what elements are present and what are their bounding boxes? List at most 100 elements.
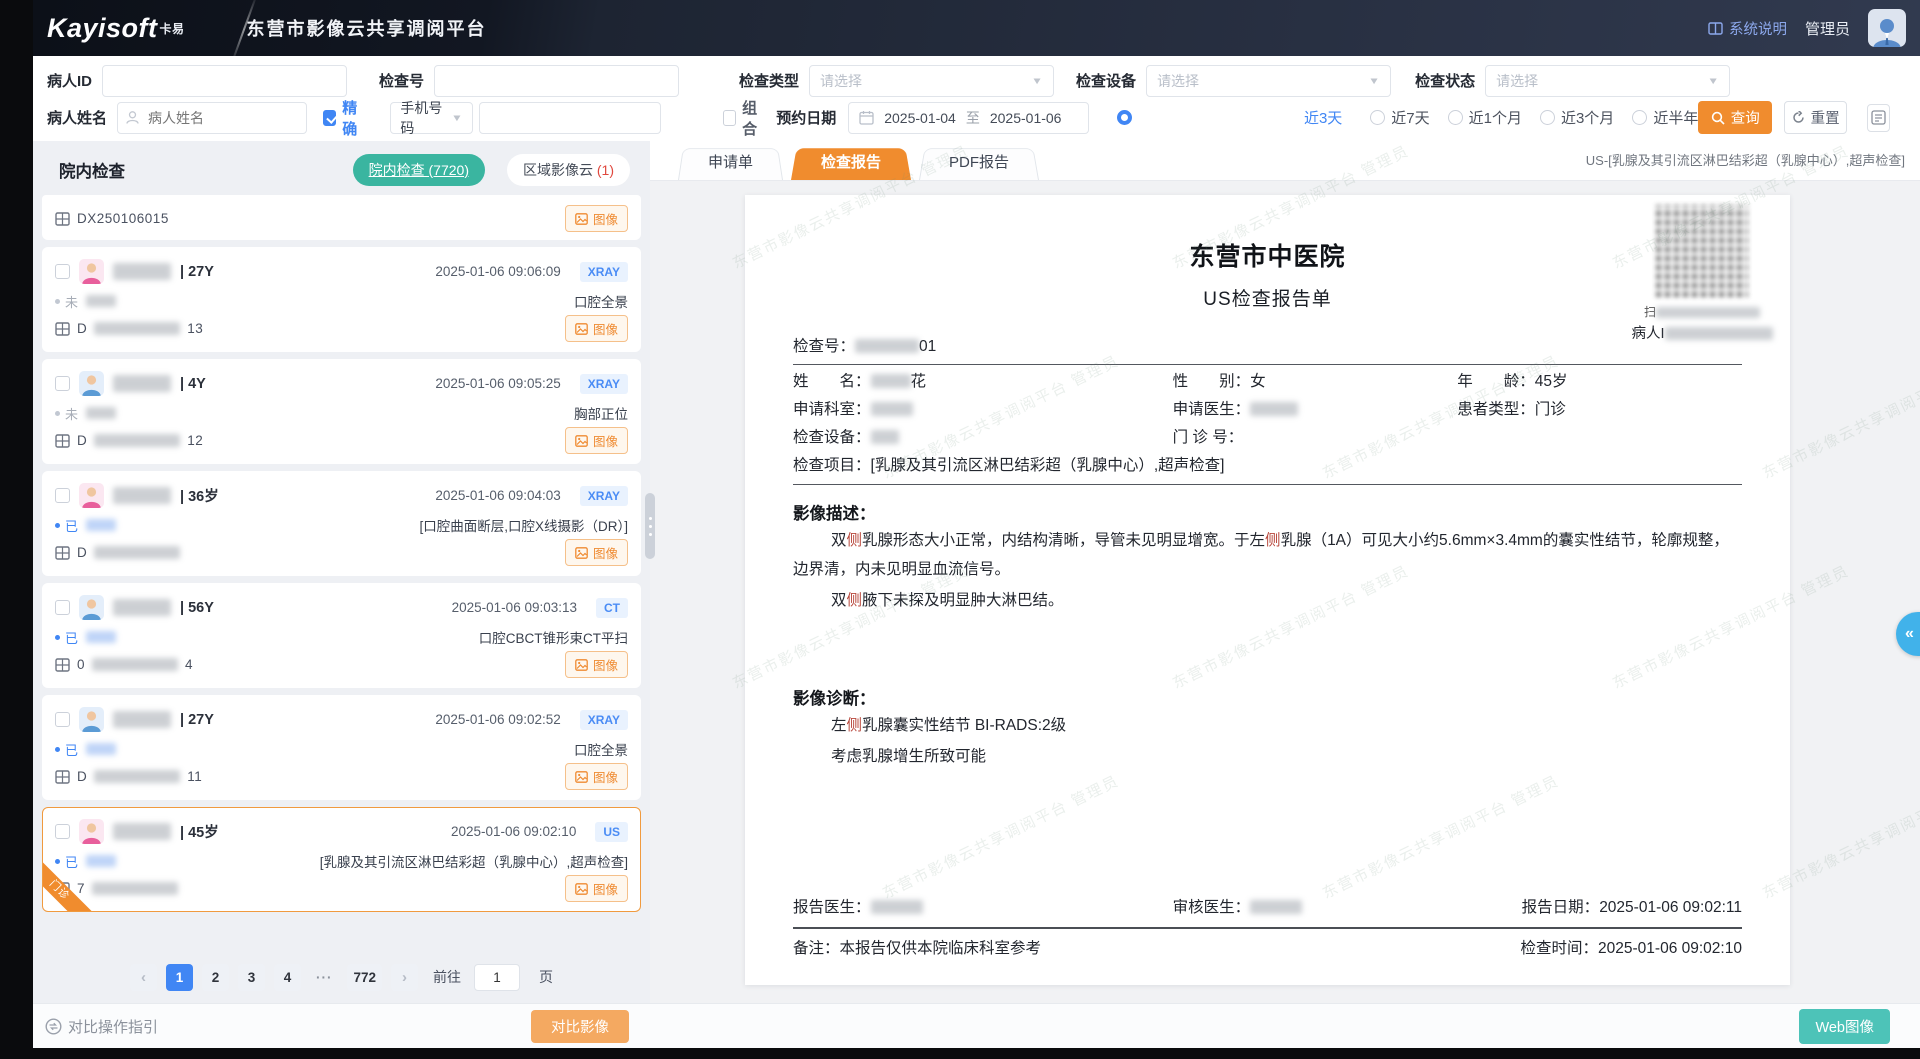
status-redacted — [86, 743, 116, 755]
page-number-button[interactable]: 3 — [238, 964, 265, 991]
tab-application-form[interactable]: 申请单 — [678, 145, 783, 180]
patient-name-redacted — [113, 711, 171, 728]
page-number-button[interactable]: 2 — [202, 964, 229, 991]
modality-tag: CT — [596, 598, 628, 618]
date-from[interactable]: 2025-01-04 — [884, 110, 956, 126]
image-button[interactable]: 图像 — [565, 763, 628, 790]
exam-no-input[interactable] — [434, 65, 679, 97]
exam-device-label: 检查设备 — [1076, 70, 1136, 91]
panel-resize-handle[interactable] — [645, 493, 655, 559]
diagnosis-line: 左侧乳腺囊实性结节 BI-RADS:2级 — [793, 711, 1742, 740]
exam-checkbox[interactable] — [55, 264, 70, 279]
exam-description: [乳腺及其引流区淋巴结彩超（乳腺中心）,超声检查] — [320, 851, 628, 871]
exam-list-item[interactable]: | 27Y 2025-01-06 09:02:52 XRAY 已 口腔全景 D1… — [42, 695, 641, 800]
tab-exam-report[interactable]: 检查报告 — [791, 145, 911, 180]
patient-avatar-icon — [79, 371, 104, 396]
exam-checkbox[interactable] — [55, 376, 70, 391]
exam-checkbox[interactable] — [55, 824, 70, 839]
exam-device-select[interactable]: 请选择▼ — [1146, 65, 1391, 97]
film-icon — [55, 770, 70, 784]
compare-guide-link[interactable]: 对比操作指引 — [45, 1004, 158, 1048]
exam-type-select[interactable]: 请选择▼ — [809, 65, 1054, 97]
status-dot — [55, 747, 60, 752]
exam-description: [口腔曲面断层,口腔X线摄影（DR）] — [419, 515, 628, 535]
exam-list-item[interactable]: | 36岁 2025-01-06 09:04:03 XRAY 已 [口腔曲面断层… — [42, 471, 641, 576]
report-scroll-area[interactable]: 扫 病人I 东营市中医院 US检查报告单 检查号：01 姓 名：花 性 别：女 — [650, 181, 1920, 1003]
exam-list-item[interactable]: | 4Y 2025-01-06 09:05:25 XRAY 未 胸部正位 D12… — [42, 359, 641, 464]
system-help-link[interactable]: 系统说明 — [1708, 18, 1787, 39]
search-button[interactable]: 查询 — [1698, 101, 1772, 134]
exact-checkbox[interactable] — [323, 110, 336, 126]
app-window: Kayisoft卡易 东营市影像云共享调阅平台 系统说明 管理员 病人ID 检查… — [33, 0, 1920, 1048]
user-avatar[interactable] — [1868, 9, 1906, 47]
exam-list-item[interactable]: | 45岁 2025-01-06 09:02:10 US 已 [乳腺及其引流区淋… — [42, 807, 641, 912]
exam-list-item[interactable]: | 27Y 2025-01-06 09:06:09 XRAY 未 口腔全景 D1… — [42, 247, 641, 352]
image-button[interactable]: 图像 — [565, 539, 628, 566]
status-redacted — [86, 631, 116, 643]
image-icon — [575, 883, 588, 895]
exam-list-item[interactable]: | 56Y 2025-01-06 09:03:13 CT 已 口腔CBCT锥形束… — [42, 583, 641, 688]
phone-input[interactable] — [479, 102, 661, 134]
image-button[interactable]: 图像 — [565, 427, 628, 454]
exam-checkbox[interactable] — [55, 712, 70, 727]
page-number-button[interactable]: 4 — [274, 964, 301, 991]
tab-regional-cloud[interactable]: 区域影像云 (1) — [507, 154, 630, 186]
date-range-picker[interactable]: 2025-01-04 至 2025-01-06 — [848, 102, 1089, 134]
quick-range-option[interactable]: 近3个月 — [1540, 107, 1614, 128]
exact-label: 精确 — [342, 97, 366, 139]
exam-checkbox[interactable] — [55, 600, 70, 615]
prev-page-button[interactable]: ‹ — [130, 964, 157, 991]
patient-id-label: 病人ID — [47, 70, 92, 91]
quick-range-option[interactable]: 近半年 — [1632, 107, 1698, 128]
modality-tag: US — [595, 822, 628, 842]
goto-page-input[interactable] — [474, 964, 520, 991]
quick-range-option[interactable]: 近1个月 — [1448, 107, 1522, 128]
date-separator: 至 — [966, 108, 980, 128]
hospital-name: 东营市中医院 — [793, 237, 1742, 273]
layout-toggle-button[interactable] — [1867, 104, 1890, 132]
username[interactable]: 管理员 — [1805, 18, 1850, 39]
diagnosis-heading: 影像诊断： — [793, 685, 1742, 709]
exam-id-redacted — [94, 546, 180, 559]
next-page-button[interactable]: › — [391, 964, 418, 991]
tab-internal-exams[interactable]: 院内检查 (7720) — [353, 154, 485, 186]
exam-id-redacted — [94, 322, 180, 335]
logo-cn-suffix: 卡易 — [160, 22, 185, 36]
tab-pdf-report[interactable]: PDF报告 — [919, 145, 1039, 180]
patient-name-age: | 27Y — [180, 712, 214, 728]
exam-checkbox[interactable] — [55, 488, 70, 503]
image-button[interactable]: 图像 — [565, 875, 628, 902]
phone-type-select[interactable]: 手机号码▼ — [390, 102, 473, 134]
image-button[interactable]: 图像 — [565, 315, 628, 342]
image-button[interactable]: 图像 — [565, 651, 628, 678]
exam-list-item-partial[interactable]: DX250106015 图像 — [42, 195, 641, 240]
patient-info-block: 检查号：01 姓 名：花 性 别：女 年 龄：45岁 申请科室： 申请医生： 患… — [793, 333, 1742, 485]
quick-range-option[interactable]: 近7天 — [1370, 107, 1429, 128]
exam-datetime: 2025-01-06 09:05:25 — [435, 376, 560, 391]
web-image-button[interactable]: Web图像 — [1799, 1009, 1890, 1044]
image-button[interactable]: 图像 — [565, 205, 628, 232]
combo-checkbox[interactable] — [723, 110, 736, 126]
patient-name-age: | 27Y — [180, 264, 214, 280]
film-icon — [55, 546, 70, 560]
image-icon — [575, 659, 588, 671]
qr-code — [1656, 205, 1748, 297]
compare-images-button[interactable]: 对比影像 — [531, 1010, 629, 1043]
image-icon — [575, 213, 588, 225]
report-qr-block: 扫 病人I — [1622, 201, 1782, 343]
filter-row-1: 病人ID 检查号 检查类型 请选择▼ 检查设备 请选择▼ 检查状态 请选择▼ — [33, 62, 1920, 99]
patient-avatar-icon — [79, 259, 104, 284]
quick-range-option[interactable]: 近3天 — [1107, 107, 1352, 128]
app-logo: Kayisoft卡易 — [47, 13, 185, 44]
patient-id-input[interactable] — [102, 65, 347, 97]
page-number-button[interactable]: 772 — [347, 964, 382, 991]
exam-id: D12 — [55, 433, 203, 448]
exam-status-select[interactable]: 请选择▼ — [1485, 65, 1730, 97]
more-pages-button[interactable]: ··· — [310, 964, 339, 991]
report-status: 已 — [55, 516, 116, 535]
date-to[interactable]: 2025-01-06 — [990, 110, 1062, 126]
patient-name-input[interactable] — [117, 102, 307, 134]
patient-name-label: 病人姓名 — [47, 107, 107, 128]
reset-button[interactable]: 重置 — [1784, 101, 1847, 134]
page-number-button[interactable]: 1 — [166, 964, 193, 991]
